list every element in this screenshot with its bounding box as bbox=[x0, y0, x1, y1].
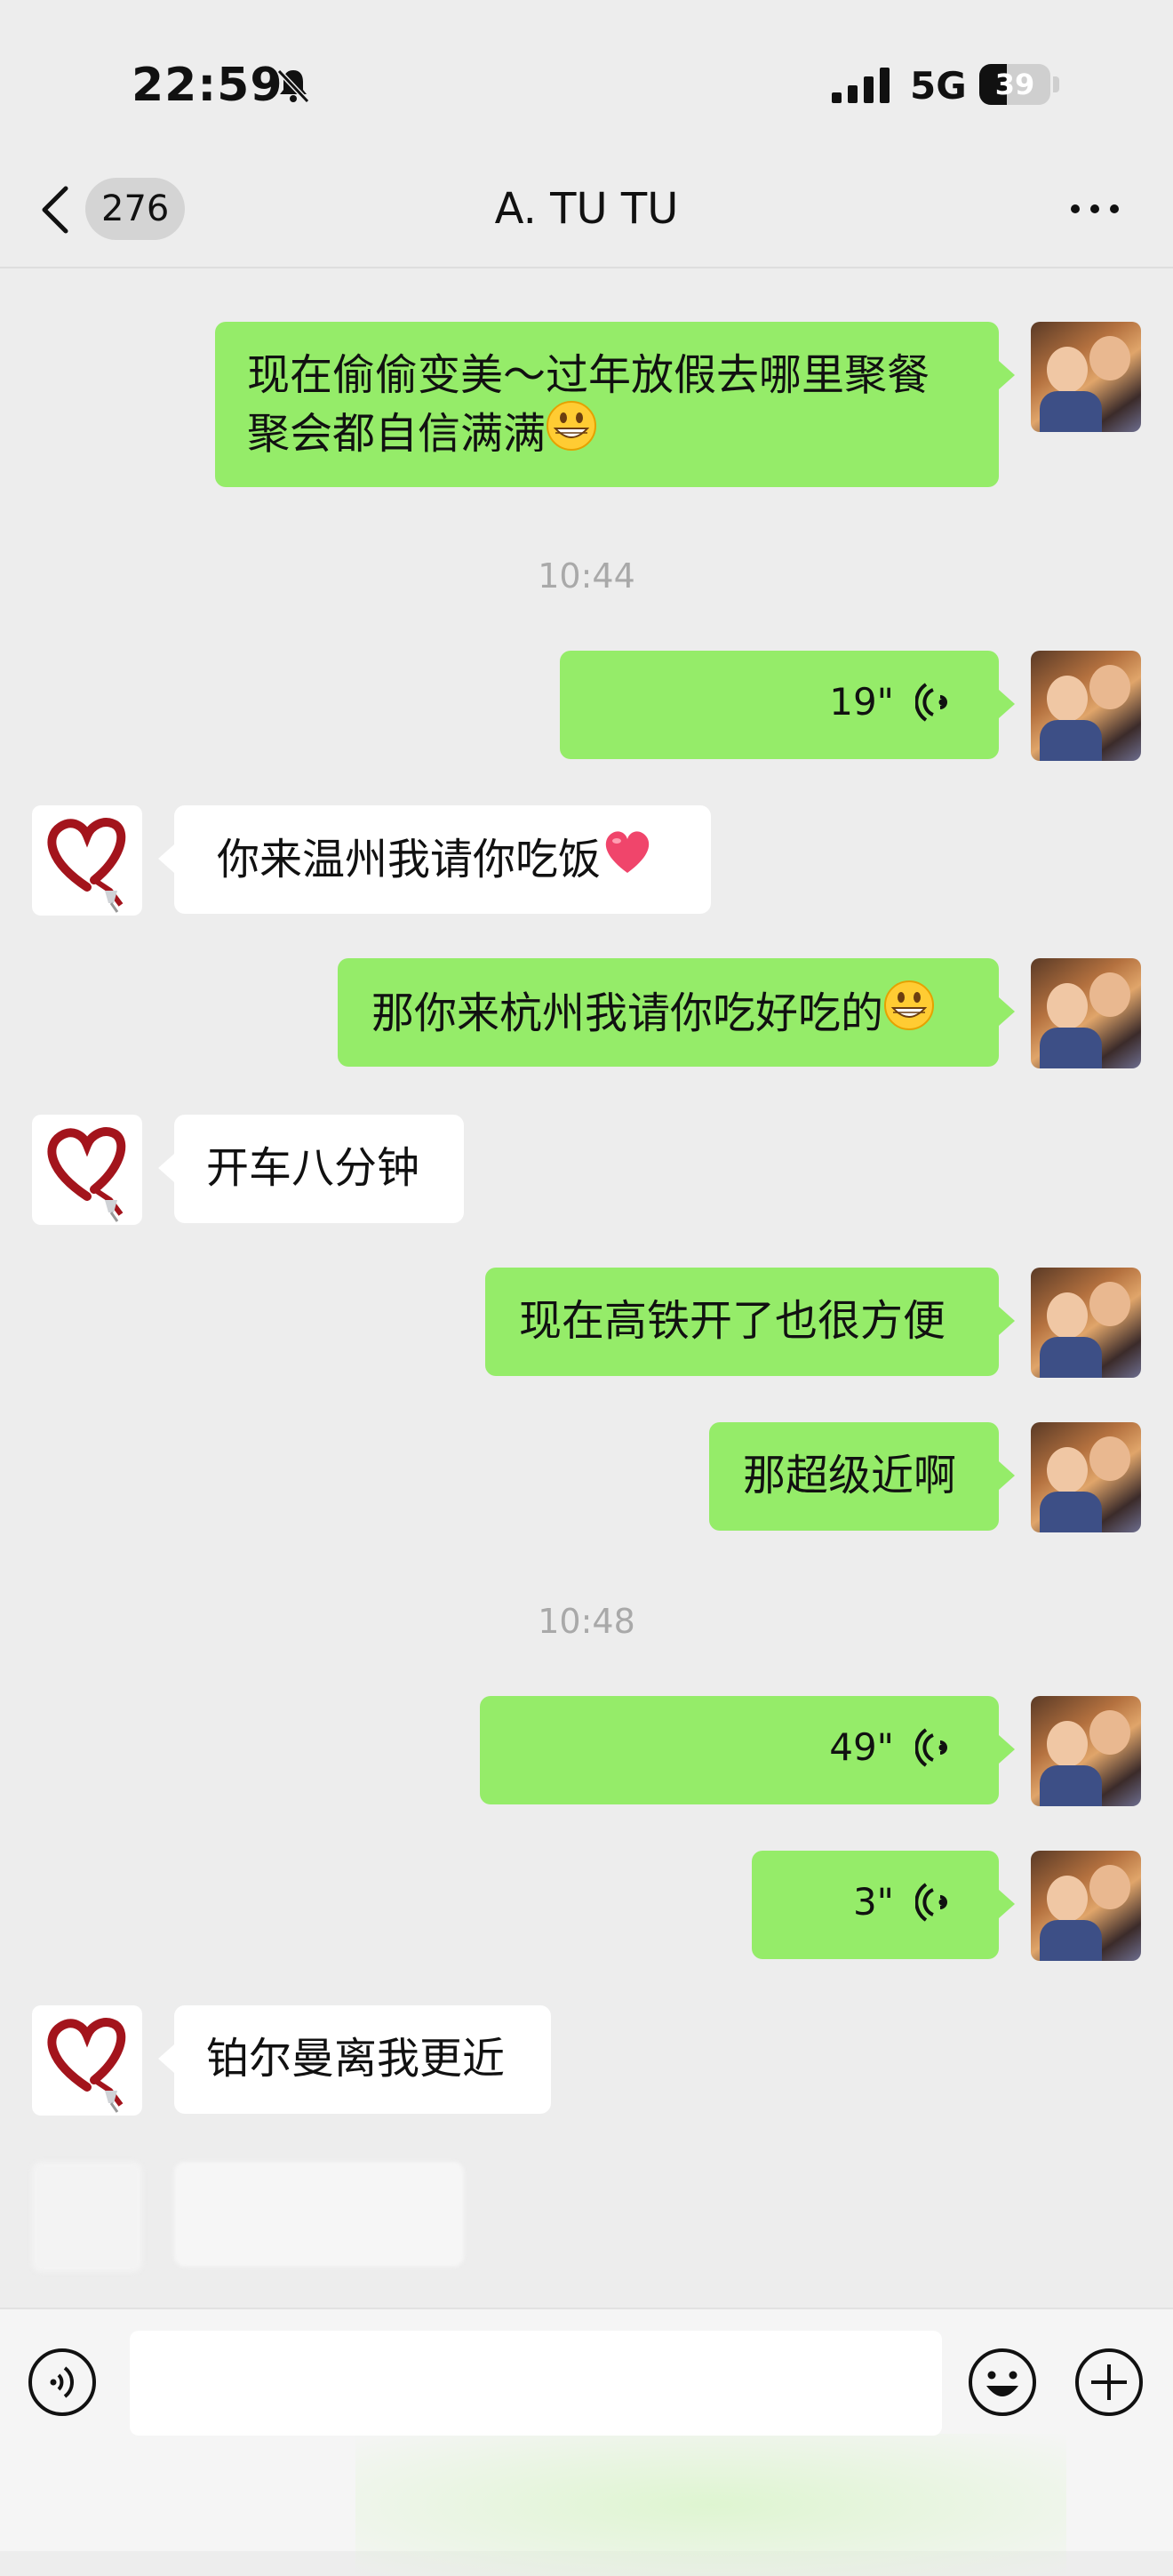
contact-avatar[interactable] bbox=[32, 1115, 142, 1225]
battery-icon: 39 bbox=[979, 64, 1061, 105]
contact-avatar[interactable] bbox=[32, 805, 142, 916]
grinning-face-icon bbox=[883, 980, 935, 1045]
contact-avatar[interactable] bbox=[32, 2005, 142, 2116]
message-bubble[interactable]: 现在高铁开了也很方便 bbox=[485, 1268, 1015, 1376]
voice-duration: 49" bbox=[829, 1725, 894, 1769]
voice-wave-icon bbox=[915, 1728, 947, 1767]
more-options-icon[interactable] bbox=[1066, 197, 1123, 220]
cellular-signal-icon bbox=[832, 68, 890, 103]
voice-duration: 3" bbox=[852, 1880, 894, 1924]
voice-message-bubble[interactable]: 49" bbox=[480, 1696, 1015, 1804]
bell-muted-icon bbox=[276, 68, 310, 104]
status-time: 22:59 bbox=[132, 59, 283, 112]
unread-count-badge[interactable]: 276 bbox=[85, 178, 186, 240]
back-chevron-icon[interactable] bbox=[36, 185, 75, 235]
voice-wave-icon bbox=[915, 1883, 947, 1922]
message-text: 你来温州我请你吃饭 bbox=[217, 835, 602, 884]
message-text: 那你来杭州我请你吃好吃的 bbox=[371, 988, 884, 1038]
chat-title: A. TU TU bbox=[494, 184, 679, 234]
red-heart-icon bbox=[601, 827, 654, 891]
message-bubble[interactable]: 那超级近啊 bbox=[709, 1422, 1015, 1531]
add-icon[interactable] bbox=[1073, 2347, 1145, 2418]
voice-wave-icon bbox=[915, 683, 947, 722]
message-input[interactable] bbox=[130, 2331, 942, 2436]
wine-heart-icon bbox=[47, 1127, 126, 1222]
my-avatar[interactable] bbox=[1031, 651, 1141, 761]
message-bubble-blurred bbox=[174, 2162, 464, 2267]
grinning-face-icon bbox=[546, 400, 597, 466]
my-avatar[interactable] bbox=[1031, 1422, 1141, 1532]
wine-heart-icon bbox=[47, 2018, 126, 2113]
message-text: 开车八分钟 bbox=[206, 1143, 420, 1193]
my-avatar[interactable] bbox=[1031, 1268, 1141, 1378]
wine-heart-icon bbox=[47, 818, 126, 913]
message-text: 铂尔曼离我更近 bbox=[206, 2034, 506, 2084]
message-bubble[interactable]: 你来温州我请你吃饭 bbox=[158, 805, 711, 914]
message-timestamp: 10:48 bbox=[538, 1602, 635, 1641]
voice-message-bubble[interactable]: 3" bbox=[752, 1851, 1015, 1959]
voice-duration: 19" bbox=[829, 680, 894, 724]
my-avatar[interactable] bbox=[1031, 1696, 1141, 1806]
battery-level: 39 bbox=[994, 68, 1035, 101]
contact-avatar-blurred bbox=[32, 2162, 142, 2272]
my-avatar[interactable] bbox=[1031, 322, 1141, 432]
message-text: 现在高铁开了也很方便 bbox=[519, 1296, 946, 1346]
voice-message-bubble[interactable]: 19" bbox=[560, 651, 1015, 759]
network-type: 5G bbox=[910, 64, 967, 108]
message-bubble[interactable]: 铂尔曼离我更近 bbox=[158, 2005, 551, 2114]
message-bubble[interactable]: 那你来杭州我请你吃好吃的 bbox=[338, 958, 1015, 1067]
status-bar: 22:59 5G 39 bbox=[0, 0, 1173, 169]
message-timestamp: 10:44 bbox=[538, 556, 635, 596]
my-avatar[interactable] bbox=[1031, 1851, 1141, 1961]
emoji-icon[interactable] bbox=[967, 2347, 1038, 2418]
voice-input-icon[interactable] bbox=[27, 2347, 98, 2418]
message-text: 那超级近啊 bbox=[743, 1451, 957, 1500]
message-bubble[interactable]: 现在偷偷变美～过年放假去哪里聚餐 聚会都自信满满 bbox=[215, 322, 1015, 487]
message-bubble[interactable]: 开车八分钟 bbox=[158, 1115, 464, 1223]
my-avatar[interactable] bbox=[1031, 958, 1141, 1068]
